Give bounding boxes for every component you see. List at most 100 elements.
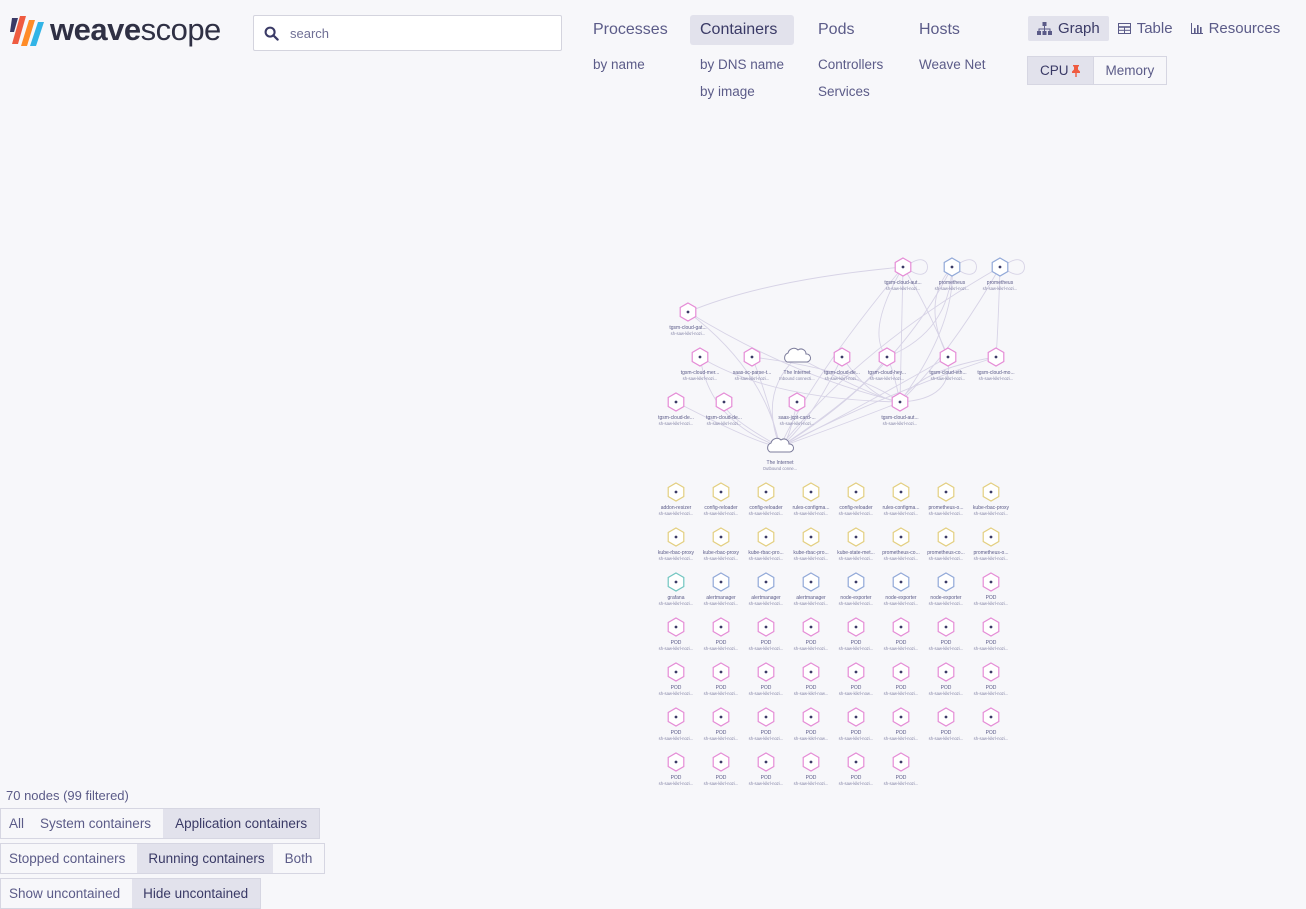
graph-node[interactable]: tgsm-cloud-eth...sh-saw-kikrl-nozi... (929, 347, 967, 381)
graph-node[interactable]: config-reloadersh-saw-kikrl-nozi... (839, 482, 874, 516)
graph-node[interactable]: PODsh-saw-kikrl-nozi... (974, 617, 1009, 651)
filter-both[interactable]: Both (273, 844, 325, 873)
graph-node[interactable]: tgsm-cloud-hey...sh-saw-kikrl-nozi... (868, 347, 906, 381)
graph-node[interactable]: tgsm-cloud-de...sh-saw-kikrl-nozi... (658, 392, 694, 426)
graph-node[interactable]: PODsh-saw-kikrl-nozi... (659, 662, 694, 696)
graph-node[interactable]: saas-jcpt-card-...sh-saw-kikrl-nozi... (778, 392, 816, 426)
graph-node[interactable]: PODsh-saw-kikrl-nozi... (659, 707, 694, 741)
graph-node[interactable]: tgsm-cloud-aut...sh-saw-kikrl-nozi... (881, 392, 919, 426)
node-center-dot (994, 355, 998, 359)
memory-metric-button[interactable]: Memory (1092, 57, 1167, 84)
graph-node[interactable]: PODsh-saw-kikrl-nozi... (749, 752, 784, 786)
graph-node[interactable]: PODsh-saw-kikrl-nozi... (704, 752, 739, 786)
graph-node[interactable]: kube-state-met...sh-saw-kikrl-nozi... (837, 527, 875, 561)
topology-containers-by-dns-name[interactable]: by DNS name (690, 57, 794, 72)
topology-pods-services[interactable]: Services (808, 84, 893, 99)
filter-hide-uncontained[interactable]: Hide uncontained (132, 879, 261, 908)
search-input[interactable] (288, 24, 542, 42)
node-center-dot (809, 715, 813, 719)
topology-containers-tab[interactable]: Containers (690, 15, 795, 45)
graph-node[interactable]: tgsm-cloud-aut...sh-saw-kikrl-nozi... (884, 257, 922, 291)
graph-node[interactable]: rules-configma...sh-saw-kikrl-nozi... (793, 482, 830, 516)
node-sublabel: sh-saw-kikrl-nozi... (704, 646, 739, 651)
graph-node[interactable]: PODsh-saw-kikrl-nozi... (704, 707, 739, 741)
graph-node[interactable]: PODsh-saw-kikrl-nozi... (884, 617, 919, 651)
topology-processes-tab[interactable]: Processes (583, 15, 678, 45)
graph-node[interactable]: PODsh-saw-kikrl-nozi... (794, 752, 829, 786)
graph-node[interactable]: PODsh-saw-kikrl-nozi... (704, 662, 739, 696)
resources-view-button[interactable]: Resources (1182, 16, 1290, 41)
filter-running-containers[interactable]: Running containers (137, 844, 273, 873)
graph-node[interactable]: tgsm-cloud-mer...sh-saw-kikrl-nozi... (681, 347, 720, 381)
weavescope-logo[interactable]: weavescope (10, 12, 221, 48)
filter-stopped-containers[interactable]: Stopped containers (1, 844, 137, 873)
graph-node[interactable]: config-reloadersh-saw-kikrl-nozi... (749, 482, 784, 516)
graph-node[interactable]: PODsh-saw-kikrl-now... (794, 662, 828, 696)
topology-hosts-weave-net[interactable]: Weave Net (909, 57, 996, 72)
graph-view-button[interactable]: Graph (1028, 16, 1109, 41)
graph-node[interactable]: PODsh-saw-kikrl-nozi... (749, 707, 784, 741)
graph-node[interactable]: tgsm-cloud-de...sh-saw-kikrl-nozi... (706, 392, 742, 426)
graph-node[interactable]: PODsh-saw-kikrl-nozi... (929, 617, 964, 651)
graph-node[interactable]: PODsh-saw-kikrl-nozi... (884, 662, 919, 696)
graph-node[interactable]: PODsh-saw-kikrl-nozi... (839, 707, 874, 741)
graph-node[interactable]: PODsh-saw-kikrl-now... (839, 662, 873, 696)
graph-node[interactable]: PODsh-saw-kikrl-nozi... (929, 662, 964, 696)
graph-node[interactable]: tgsm-cloud-mo...sh-saw-kikrl-nozi... (977, 347, 1015, 381)
topology-hosts-tab[interactable]: Hosts (909, 15, 996, 45)
filter-system-containers[interactable]: System containers (32, 809, 163, 838)
topology-pods-controllers[interactable]: Controllers (808, 57, 893, 72)
graph-node[interactable]: node-exportersh-saw-kikrl-nozi... (929, 572, 964, 606)
graph-node[interactable]: config-reloadersh-saw-kikrl-nozi... (704, 482, 739, 516)
graph-node[interactable]: addon-resizersh-saw-kikrl-nozi... (659, 482, 694, 516)
graph-node[interactable]: PODsh-saw-kikrl-nozi... (974, 707, 1009, 741)
graph-node[interactable]: node-exportersh-saw-kikrl-nozi... (839, 572, 874, 606)
graph-node[interactable]: kube-rbac-pro...sh-saw-kikrl-nozi... (748, 527, 784, 561)
filter-application-containers[interactable]: Application containers (163, 809, 320, 838)
graph-node[interactable]: PODsh-saw-kikrl-nozi... (794, 617, 829, 651)
graph-node[interactable]: PODsh-saw-kikrl-nozi... (974, 572, 1009, 606)
graph-node[interactable]: The InternetInbound connecti... (779, 347, 815, 381)
filter-all[interactable]: All (1, 809, 32, 838)
graph-node[interactable]: The InternetOutbound conne... (763, 437, 797, 471)
graph-node[interactable]: PODsh-saw-kikrl-nozi... (704, 617, 739, 651)
graph-node[interactable]: PODsh-saw-kikrl-nozi... (659, 752, 694, 786)
graph-node[interactable]: prometheussh-saw-kikrl-nozi... (983, 257, 1018, 291)
graph-node[interactable]: saas-sc-parse-t...sh-saw-kikrl-nozi... (733, 347, 772, 381)
graph-node[interactable]: alertmanagersh-saw-kikrl-nozi... (704, 572, 739, 606)
graph-node[interactable]: PODsh-saw-kikrl-nozi... (884, 752, 919, 786)
topology-processes-by-name[interactable]: by name (583, 57, 678, 72)
graph-node[interactable]: prometheus-co...sh-saw-kikrl-nozi... (882, 527, 920, 561)
graph-node[interactable]: grafanash-saw-kikrl-nozi... (659, 572, 694, 606)
node-center-dot (674, 535, 678, 539)
table-view-button[interactable]: Table (1109, 16, 1182, 41)
graph-node[interactable]: rules-configma...sh-saw-kikrl-nozi... (883, 482, 920, 516)
graph-node[interactable]: prometheus-o...sh-saw-kikrl-nozi... (928, 482, 964, 516)
graph-node[interactable]: tgsm-cloud-de...sh-saw-kikrl-nozi... (824, 347, 860, 381)
graph-node[interactable]: PODsh-saw-kikrl-nozi... (839, 617, 874, 651)
filter-show-uncontained[interactable]: Show uncontained (1, 879, 132, 908)
graph-node[interactable]: alertmanagersh-saw-kikrl-nozi... (794, 572, 829, 606)
graph-node[interactable]: PODsh-saw-kikrl-nozi... (749, 662, 784, 696)
graph-node[interactable]: prometheus-co...sh-saw-kikrl-nozi... (927, 527, 965, 561)
graph-node[interactable]: node-exportersh-saw-kikrl-nozi... (884, 572, 919, 606)
search-box[interactable] (253, 15, 562, 51)
graph-node[interactable]: kube-rbac-pro...sh-saw-kikrl-nozi... (793, 527, 829, 561)
graph-node[interactable]: kube-rbac-proxysh-saw-kikrl-nozi... (658, 527, 695, 561)
graph-node[interactable]: PODsh-saw-kikrl-nozi... (659, 617, 694, 651)
cpu-metric-button[interactable]: CPU (1028, 57, 1093, 84)
graph-node[interactable]: PODsh-saw-kikrl-nozi... (839, 752, 874, 786)
topology-pods-tab[interactable]: Pods (808, 15, 893, 45)
graph-node[interactable]: prometheus-o...sh-saw-kikrl-nozi... (973, 527, 1009, 561)
graph-node[interactable]: PODsh-saw-kikrl-nozi... (749, 617, 784, 651)
graph-node[interactable]: kube-rbac-proxysh-saw-kikrl-nozi... (703, 527, 740, 561)
graph-node[interactable]: PODsh-saw-kikrl-nozi... (974, 662, 1009, 696)
graph-node[interactable]: prometheussh-saw-kikrl-nozi... (935, 257, 970, 291)
graph-node[interactable]: tgsm-cloud-gat...sh-saw-kikrl-nozi... (669, 302, 707, 336)
graph-node[interactable]: PODsh-saw-kikrl-nozi... (929, 707, 964, 741)
graph-node[interactable]: kube-rbac-proxysh-saw-kikrl-nozi... (973, 482, 1010, 516)
topology-containers-by-image[interactable]: by image (690, 84, 794, 99)
graph-node[interactable]: PODsh-saw-kikrl-now... (794, 707, 828, 741)
graph-node[interactable]: alertmanagersh-saw-kikrl-nozi... (749, 572, 784, 606)
graph-node[interactable]: PODsh-saw-kikrl-nozi... (884, 707, 919, 741)
